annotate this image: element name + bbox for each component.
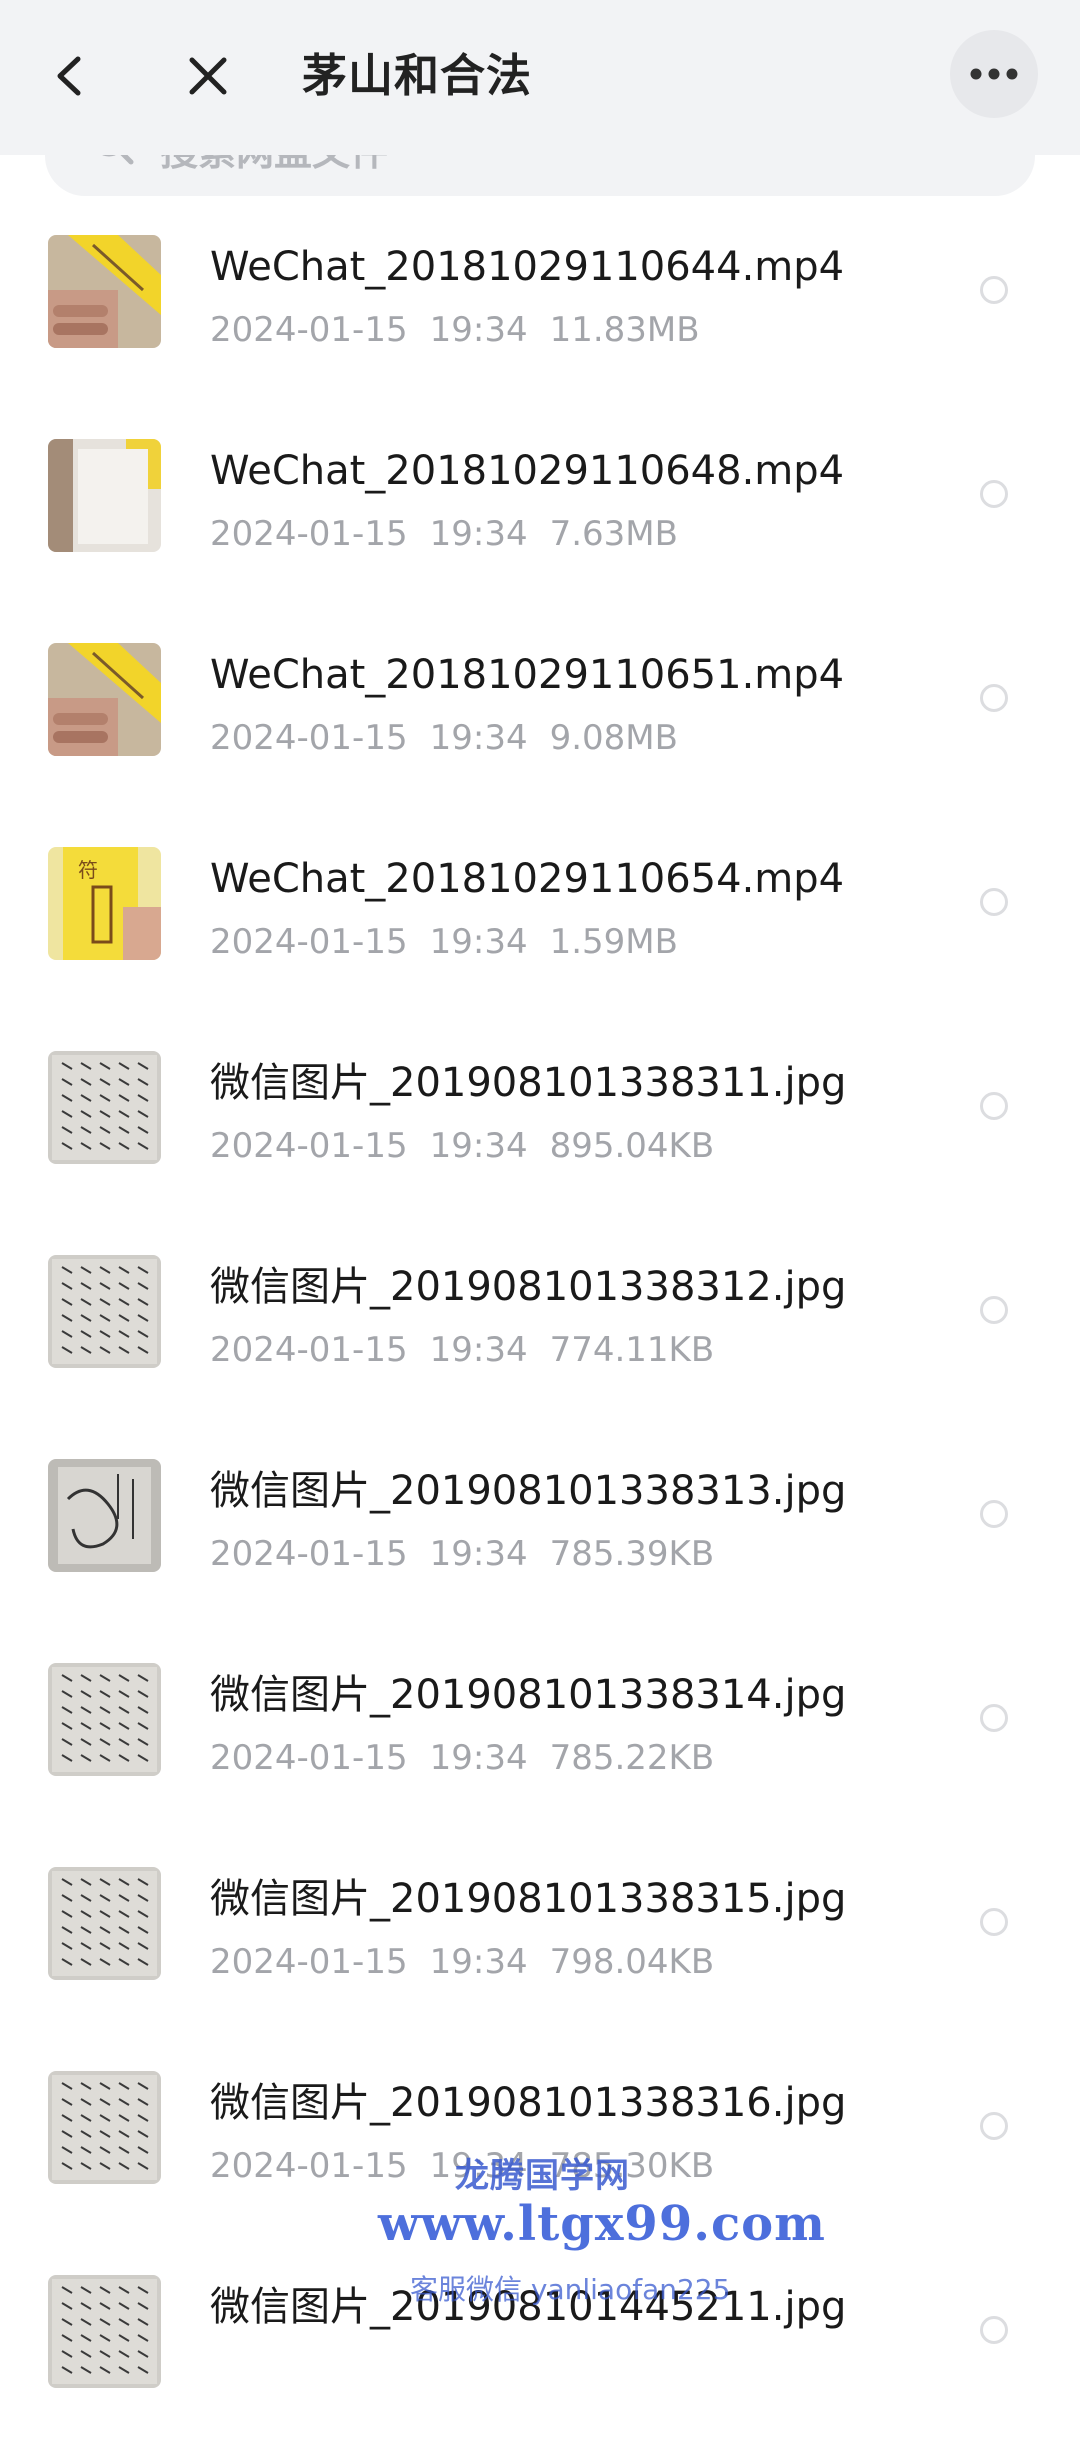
file-date: 2024-01-15 [210, 1738, 408, 1778]
watermark-url: www.ltgx99.com [378, 2196, 826, 2252]
file-size: 785.39KB [549, 1534, 715, 1574]
file-thumbnail [48, 1051, 161, 1164]
file-date: 2024-01-15 [210, 1942, 408, 1982]
select-radio[interactable] [980, 684, 1008, 712]
watermark-site-name: 龙腾国学网 [455, 2156, 630, 2196]
file-name: WeChat_20181029110654.mp4 [210, 856, 845, 902]
file-meta: 2024-01-15 19:34 785.39KB [210, 1532, 714, 1576]
watermark-contact: 客服微信 yanliaofan225 [410, 2273, 731, 2306]
file-name: WeChat_20181029110644.mp4 [210, 244, 845, 290]
file-time: 19:34 [429, 922, 528, 962]
top-bar: 茅山和合法 [0, 0, 1080, 155]
select-radio[interactable] [980, 1296, 1008, 1324]
file-time: 19:34 [429, 1942, 528, 1982]
file-thumbnail [48, 1459, 161, 1572]
more-button[interactable] [950, 30, 1038, 118]
file-time: 19:34 [429, 1126, 528, 1166]
file-thumbnail: 符 [48, 847, 161, 960]
file-time: 19:34 [429, 718, 528, 758]
file-date: 2024-01-15 [210, 922, 408, 962]
file-size: 9.08MB [549, 718, 678, 758]
select-radio[interactable] [980, 1704, 1008, 1732]
file-name: WeChat_20181029110648.mp4 [210, 448, 845, 494]
file-thumbnail [48, 439, 161, 552]
file-name: 微信图片_201908101338314.jpg [210, 1672, 847, 1718]
svg-text:符: 符 [78, 858, 98, 882]
select-radio[interactable] [980, 2316, 1008, 2344]
file-date: 2024-01-15 [210, 2146, 408, 2186]
file-row[interactable]: 微信图片_201908101338315.jpg 2024-01-15 19:34 7… [0, 1842, 1080, 2046]
file-size: 798.04KB [549, 1942, 715, 1982]
page-title: 茅山和合法 [302, 49, 533, 102]
file-meta: 2024-01-15 19:34 7.63MB [210, 512, 678, 556]
file-row[interactable]: 微信图片_201908101338312.jpg 2024-01-15 19:34 7… [0, 1230, 1080, 1434]
file-name: WeChat_20181029110651.mp4 [210, 652, 845, 698]
file-row[interactable]: 符 WeChat_20181029110654.mp4 2024-01-15 19:… [0, 822, 1080, 1026]
file-row[interactable]: 微信图片_201908101338313.jpg 2024-01-15 19:34 7… [0, 1434, 1080, 1638]
file-date: 2024-01-15 [210, 1126, 408, 1166]
file-name: 微信图片_201908101338316.jpg [210, 2080, 847, 2126]
file-size: 11.83MB [549, 310, 700, 350]
file-row[interactable]: WeChat_20181029110648.mp4 2024-01-15 19:34… [0, 414, 1080, 618]
file-date: 2024-01-15 [210, 1330, 408, 1370]
file-date: 2024-01-15 [210, 310, 408, 350]
select-radio[interactable] [980, 2112, 1008, 2140]
file-row[interactable]: 微信图片_201908101338314.jpg 2024-01-15 19:34 7… [0, 1638, 1080, 1842]
file-time: 19:34 [429, 1330, 528, 1370]
file-time: 19:34 [429, 514, 528, 554]
file-name: 微信图片_201908101338312.jpg [210, 1264, 847, 1310]
file-thumbnail [48, 1255, 161, 1368]
file-date: 2024-01-15 [210, 718, 408, 758]
file-thumbnail [48, 643, 161, 756]
file-meta: 2024-01-15 19:34 798.04KB [210, 1940, 714, 1984]
file-row[interactable]: 微信图片_201908101338311.jpg 2024-01-15 19:34 8… [0, 1026, 1080, 1230]
back-button[interactable] [40, 40, 100, 112]
file-name: 微信图片_201908101338313.jpg [210, 1468, 847, 1514]
file-name: 微信图片_201908101338315.jpg [210, 1876, 847, 1922]
file-time: 19:34 [429, 1738, 528, 1778]
file-name: 微信图片_201908101338311.jpg [210, 1060, 847, 1106]
close-icon [189, 57, 227, 95]
select-radio[interactable] [980, 1500, 1008, 1528]
file-thumbnail [48, 1867, 161, 1980]
select-radio[interactable] [980, 276, 1008, 304]
file-size: 895.04KB [549, 1126, 715, 1166]
file-thumbnail [48, 1663, 161, 1776]
file-meta: 2024-01-15 19:34 11.83MB [210, 308, 700, 352]
file-thumbnail [48, 235, 161, 348]
file-size: 7.63MB [549, 514, 678, 554]
file-row[interactable]: WeChat_20181029110644.mp4 2024-01-15 19:34… [0, 210, 1080, 414]
chevron-left-icon [57, 56, 81, 96]
file-date: 2024-01-15 [210, 514, 408, 554]
file-size: 774.11KB [549, 1330, 715, 1370]
select-radio[interactable] [980, 1908, 1008, 1936]
file-row[interactable]: WeChat_20181029110651.mp4 2024-01-15 19:34… [0, 618, 1080, 822]
select-radio[interactable] [980, 480, 1008, 508]
file-meta: 2024-01-15 19:34 785.22KB [210, 1736, 714, 1780]
more-horizontal-icon [970, 68, 1018, 80]
file-size: 785.22KB [549, 1738, 715, 1778]
file-time: 19:34 [429, 1534, 528, 1574]
select-radio[interactable] [980, 888, 1008, 916]
file-date: 2024-01-15 [210, 1534, 408, 1574]
file-time: 19:34 [429, 310, 528, 350]
file-thumbnail [48, 2275, 161, 2388]
select-radio[interactable] [980, 1092, 1008, 1120]
file-meta: 2024-01-15 19:34 774.11KB [210, 1328, 714, 1372]
file-thumbnail [48, 2071, 161, 2184]
close-button[interactable] [175, 40, 241, 112]
file-size: 1.59MB [549, 922, 678, 962]
file-meta: 2024-01-15 19:34 9.08MB [210, 716, 678, 760]
file-meta: 2024-01-15 19:34 1.59MB [210, 920, 678, 964]
file-meta: 2024-01-15 19:34 895.04KB [210, 1124, 714, 1168]
